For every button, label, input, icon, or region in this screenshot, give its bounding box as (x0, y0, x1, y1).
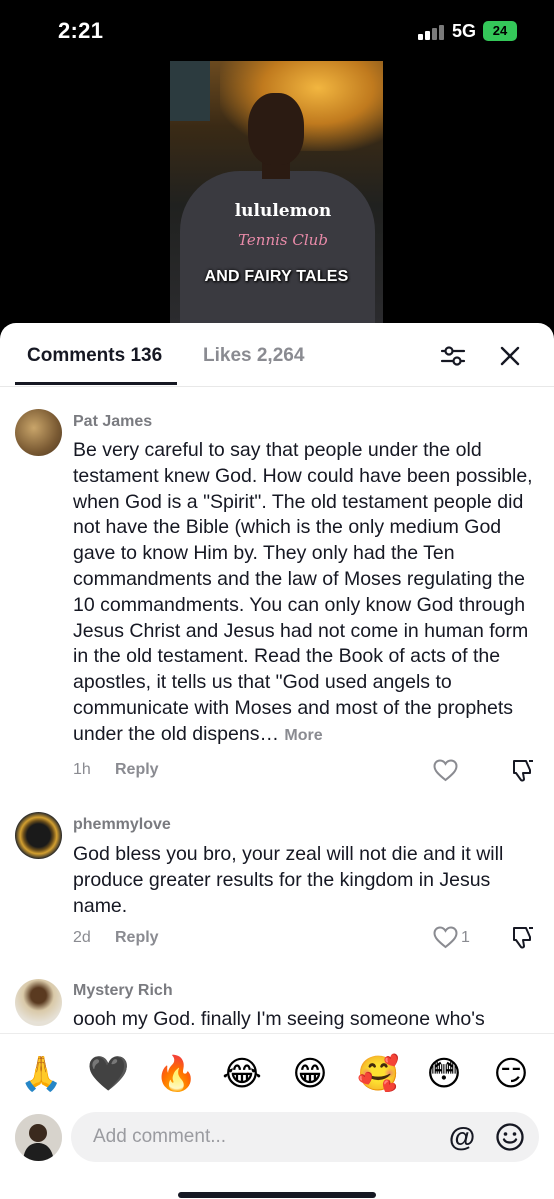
heart-icon[interactable] (433, 926, 458, 949)
emoji-button[interactable]: 😏 (491, 1054, 531, 1094)
tab-comments[interactable]: Comments 136 (27, 345, 162, 367)
emoji-button[interactable]: 🥰 (357, 1054, 399, 1094)
avatar[interactable] (15, 409, 62, 456)
comment-username[interactable]: phemmylove (73, 816, 171, 834)
comments-sheet: Comments 136 Likes 2,264 Pat James Be ve… (0, 323, 554, 1199)
emoji-button[interactable]: 😳 (424, 1054, 464, 1094)
home-indicator (178, 1192, 376, 1198)
comment-text: Be very careful to say that people under… (73, 438, 543, 749)
comment-username[interactable]: Pat James (73, 413, 152, 431)
thumbs-down-icon[interactable] (510, 925, 535, 950)
reply-button[interactable]: Reply (115, 761, 159, 779)
smile-icon[interactable] (495, 1122, 525, 1152)
at-sign-icon[interactable]: @ (447, 1122, 477, 1152)
reply-button[interactable]: Reply (115, 929, 159, 947)
comment-item: Pat James Be very careful to say that pe… (0, 407, 554, 787)
tab-bar: Comments 136 Likes 2,264 (0, 323, 554, 387)
comment-item: phemmylove God bless you bro, your zeal … (0, 812, 554, 952)
battery-level: 24 (492, 23, 508, 38)
comment-time: 2d (73, 929, 91, 946)
shirt-logo: lululemon (234, 201, 332, 221)
emoji-button[interactable]: 🙏 (20, 1054, 62, 1094)
shirt-subtext: Tennis Club (238, 231, 328, 249)
speaker-head (248, 93, 304, 165)
avatar[interactable] (15, 979, 62, 1026)
avatar[interactable] (15, 812, 62, 859)
comment-body: Be very careful to say that people under… (73, 439, 533, 745)
comment-text: God bless you bro, your zeal will not di… (73, 843, 504, 917)
emoji-button[interactable]: 🔥 (155, 1054, 197, 1094)
battery-icon: 24 (483, 21, 517, 41)
thumbs-down-icon[interactable] (510, 758, 535, 783)
sliders-icon[interactable] (440, 343, 466, 369)
emoji-button[interactable]: 🖤 (87, 1054, 129, 1094)
comment-input[interactable]: Add comment... @ (71, 1112, 539, 1162)
active-tab-indicator (15, 382, 177, 385)
emoji-button[interactable]: 😂 (222, 1054, 262, 1094)
user-avatar-icon (15, 1114, 62, 1161)
status-bar: 2:21 5G 24 (0, 0, 554, 62)
heart-icon[interactable] (433, 759, 458, 782)
emoji-button[interactable]: 😁 (290, 1054, 330, 1094)
comment-item: Mystery Rich oooh my God. finally I'm se… (0, 978, 554, 1033)
emoji-bar: 🙏 🖤 🔥 😂 😁 🥰 😳 😏 (0, 1054, 554, 1098)
status-time: 2:21 (58, 18, 104, 43)
network-type: 5G (452, 21, 477, 41)
video-caption: AND FAIRY TALES (204, 268, 349, 285)
background-shelf (170, 61, 210, 121)
my-avatar (15, 1114, 62, 1161)
comment-placeholder: Add comment... (93, 1126, 227, 1147)
comment-time: 1h (73, 761, 91, 778)
comment-composer: 🙏 🖤 🔥 😂 😁 🥰 😳 😏 Add comment... @ (0, 1033, 554, 1199)
close-icon[interactable] (497, 343, 523, 369)
video-player[interactable]: lululemon Tennis Club AND FAIRY TALES (170, 61, 383, 323)
more-link[interactable]: More (284, 727, 322, 744)
comment-username[interactable]: Mystery Rich (73, 982, 173, 1000)
tab-likes[interactable]: Likes 2,264 (203, 345, 304, 367)
signal-icon (418, 24, 446, 40)
like-count: 1 (461, 929, 470, 946)
comment-text: oooh my God. finally I'm seeing someone … (73, 1008, 485, 1030)
